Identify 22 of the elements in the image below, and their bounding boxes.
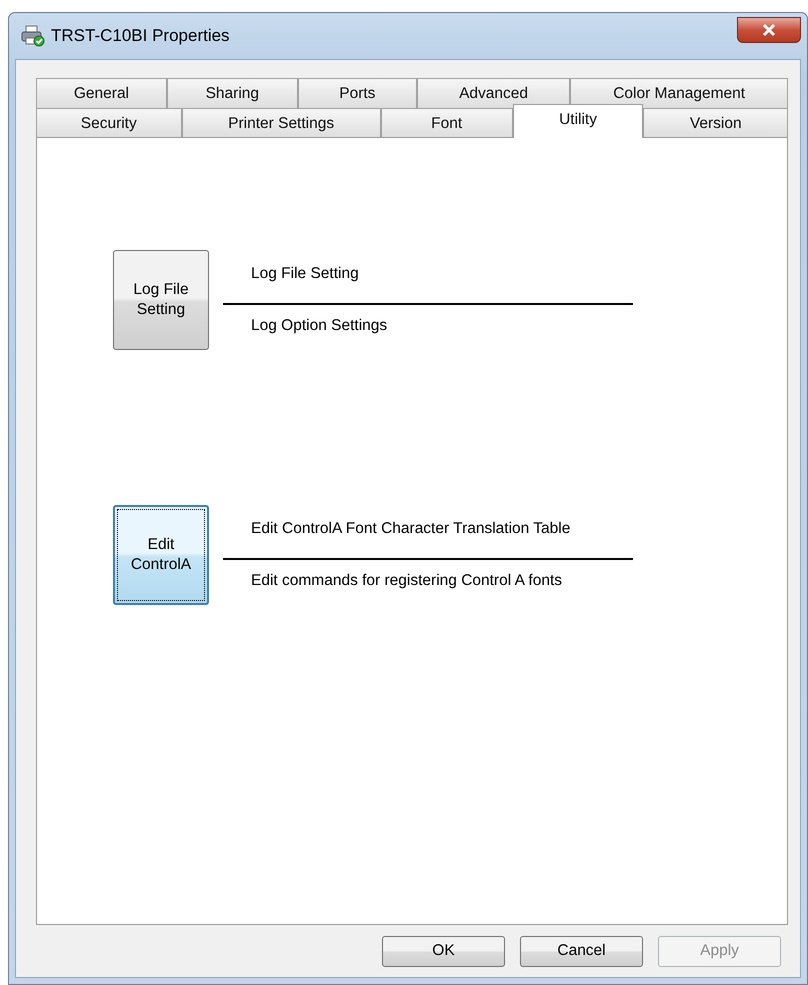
close-icon bbox=[761, 23, 777, 37]
window-title: TRST-C10BI Properties bbox=[51, 26, 230, 46]
tab[interactable]: General bbox=[36, 78, 167, 108]
tab[interactable]: Version bbox=[643, 108, 788, 138]
printer-icon bbox=[21, 25, 45, 47]
utility-title: Edit ControlA Font Character Translation Table bbox=[250, 520, 572, 539]
utility-description: Log Option Settings bbox=[250, 317, 388, 335]
tab[interactable]: Advanced bbox=[416, 78, 570, 108]
dialog-button[interactable]: Cancel bbox=[520, 936, 643, 966]
tab[interactable]: Printer Settings bbox=[182, 108, 381, 138]
dialog-button[interactable]: OK bbox=[382, 936, 505, 966]
close-button[interactable] bbox=[737, 17, 801, 43]
tab[interactable]: Utility bbox=[512, 104, 644, 138]
tab[interactable]: Security bbox=[36, 108, 182, 138]
utility-button[interactable]: Edit ControlA bbox=[113, 505, 209, 605]
utility-description: Edit commands for registering Control A fonts bbox=[250, 572, 564, 590]
tab[interactable]: Font bbox=[380, 108, 513, 138]
utility-button[interactable]: Log File Setting bbox=[113, 250, 209, 350]
tab[interactable]: Sharing bbox=[166, 78, 298, 108]
tab[interactable]: Color Management bbox=[570, 78, 788, 108]
tab[interactable]: Ports bbox=[298, 78, 417, 108]
utility-title: Log File Setting bbox=[250, 265, 360, 284]
